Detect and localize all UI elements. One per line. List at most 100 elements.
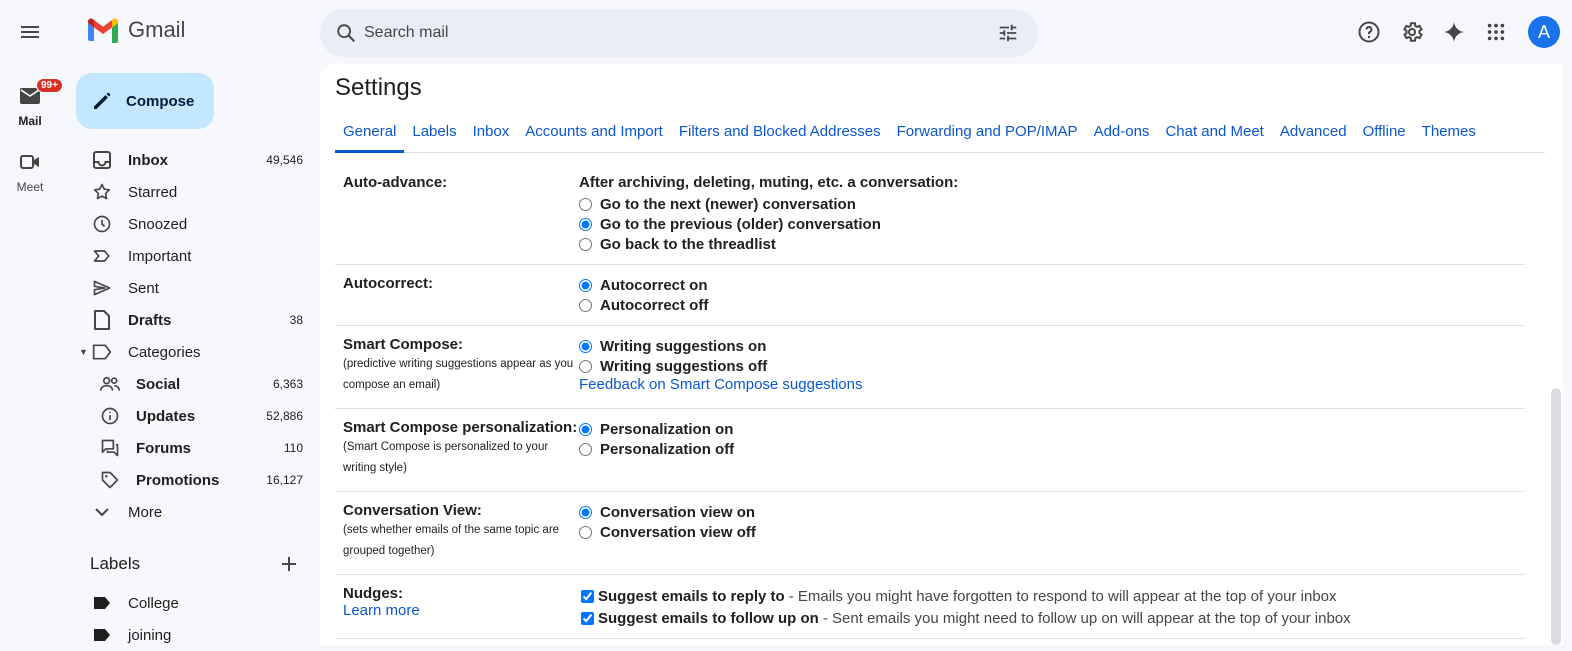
auto-advance-radio-threadlist[interactable] (579, 237, 592, 251)
search-bar[interactable] (320, 9, 1038, 57)
tab-inbox[interactable]: Inbox (465, 114, 518, 153)
option-description: - Emails you might have forgotten to res… (788, 587, 1337, 605)
nav-count: 16,127 (266, 473, 303, 487)
scrollbar-thumb[interactable] (1551, 388, 1561, 645)
apps-grid-icon[interactable] (1476, 12, 1516, 52)
autocorrect-radio-off[interactable] (579, 298, 592, 312)
search-input[interactable] (362, 9, 962, 57)
compose-button[interactable]: Compose (76, 73, 214, 129)
main-menu-icon[interactable] (10, 12, 50, 52)
personalization-radio-on[interactable] (579, 422, 592, 436)
label-item-college[interactable]: College (82, 587, 322, 619)
setting-options: Autocorrect on Autocorrect off (579, 275, 1519, 315)
nav-item-updates[interactable]: Updates 52,886 (90, 400, 322, 432)
auto-advance-radio-previous[interactable] (579, 217, 592, 231)
smart-compose-feedback-link[interactable]: Feedback on Smart Compose suggestions (579, 376, 862, 393)
top-bar: Gmail A (0, 0, 1572, 64)
mail-navigation: Compose Inbox 49,546 Starred Snoozed Imp… (64, 64, 320, 645)
mail-rail-pill[interactable]: 99+ (10, 78, 63, 112)
tab-labels[interactable]: Labels (404, 114, 464, 153)
rail-meet-label: Meet (16, 180, 44, 194)
nav-count: 38 (289, 313, 303, 327)
nav-label: Updates (136, 407, 196, 425)
add-label-icon[interactable] (276, 551, 302, 577)
nav-item-social[interactable]: Social 6,363 (90, 368, 322, 400)
setting-title: Nudges: (343, 585, 403, 602)
tab-filters-and-blocked-addresses[interactable]: Filters and Blocked Addresses (671, 114, 889, 153)
tab-themes[interactable]: Themes (1414, 114, 1484, 153)
nav-item-drafts[interactable]: Drafts 38 (82, 304, 322, 336)
autocorrect-option[interactable]: Autocorrect off (579, 295, 1519, 315)
smart-compose-option[interactable]: Writing suggestions on (579, 336, 1519, 356)
settings-gear-icon[interactable] (1392, 12, 1432, 52)
nav-label: Social (136, 375, 181, 393)
tab-advanced[interactable]: Advanced (1272, 114, 1355, 153)
rail-meet[interactable]: Meet (0, 146, 60, 194)
search-options-icon[interactable] (992, 17, 1024, 49)
video-camera-icon (20, 155, 39, 169)
nav-item-important[interactable]: Important (82, 240, 322, 272)
label-item-joining[interactable]: joining (82, 619, 322, 651)
personalization-radio-off[interactable] (579, 442, 592, 456)
autocorrect-option[interactable]: Autocorrect on (579, 275, 1519, 295)
gmail-logo[interactable]: Gmail (86, 17, 185, 43)
auto-advance-option[interactable]: Go to the previous (older) conversation (579, 214, 1519, 234)
setting-personalization: Smart Compose personalization: (Smart Co… (335, 409, 1525, 492)
nav-item-starred[interactable]: Starred (82, 176, 322, 208)
setting-label: Autocorrect: (343, 275, 434, 292)
nav-label: Snoozed (128, 215, 188, 233)
support-icon[interactable] (1349, 12, 1389, 52)
nav-item-promotions[interactable]: Promotions 16,127 (90, 464, 322, 496)
forum-icon (100, 438, 120, 458)
tab-general[interactable]: General (335, 114, 405, 153)
smart-compose-radio-off[interactable] (579, 359, 592, 373)
nav-item-categories[interactable]: ▼ Categories (79, 336, 322, 368)
auto-advance-radio-next[interactable] (579, 197, 592, 211)
nudge-follow-up-checkbox[interactable] (581, 611, 594, 625)
tab-accounts-and-import[interactable]: Accounts and Import (517, 114, 671, 153)
rail-mail[interactable]: 99+ Mail (0, 78, 63, 128)
setting-options: After archiving, deleting, muting, etc. … (579, 174, 1519, 254)
gemini-icon[interactable] (1434, 12, 1474, 52)
settings-tabs: General Labels Inbox Accounts and Import… (335, 114, 1545, 153)
pencil-icon (90, 89, 114, 113)
personalization-option[interactable]: Personalization on (579, 419, 1519, 439)
tab-chat-and-meet[interactable]: Chat and Meet (1157, 114, 1271, 153)
tag-icon (100, 470, 120, 490)
personalization-option[interactable]: Personalization off (579, 439, 1519, 459)
tab-add-ons[interactable]: Add-ons (1086, 114, 1158, 153)
smart-compose-radio-on[interactable] (579, 339, 592, 353)
gmail-m-icon (88, 18, 118, 43)
autocorrect-radio-on[interactable] (579, 278, 592, 292)
nav-item-more[interactable]: More (82, 496, 322, 528)
conversation-view-option[interactable]: Conversation view on (579, 502, 1519, 522)
nav-item-sent[interactable]: Sent (82, 272, 322, 304)
nudge-reply-option[interactable]: Suggest emails to reply to - Emails you m… (579, 585, 1519, 607)
setting-label: Auto-advance: (343, 174, 448, 191)
page-title: Settings (335, 74, 422, 101)
auto-advance-option[interactable]: Go to the next (newer) conversation (579, 194, 1519, 214)
meet-rail-pill[interactable] (10, 146, 50, 178)
nudges-learn-more-link[interactable]: Learn more (343, 602, 420, 619)
nudge-follow-up-option[interactable]: Suggest emails to follow up on - Sent ema… (579, 607, 1519, 629)
option-label: Suggest emails to reply to (598, 587, 785, 605)
tab-offline[interactable]: Offline (1355, 114, 1414, 153)
nav-item-inbox[interactable]: Inbox 49,546 (82, 144, 322, 176)
nav-label: Starred (128, 183, 178, 201)
tab-forwarding-and-pop-imap[interactable]: Forwarding and POP/IMAP (889, 114, 1086, 153)
caret-down-icon[interactable]: ▼ (79, 347, 88, 357)
conversation-view-radio-off[interactable] (579, 525, 592, 539)
nav-item-forums[interactable]: Forums 110 (90, 432, 322, 464)
search-icon[interactable] (330, 17, 362, 49)
inbox-icon (92, 150, 112, 170)
conversation-view-radio-on[interactable] (579, 505, 592, 519)
smart-compose-option[interactable]: Writing suggestions off (579, 356, 1519, 376)
conversation-view-option[interactable]: Conversation view off (579, 522, 1519, 542)
setting-options: Writing suggestions on Writing suggestio… (579, 336, 1519, 394)
auto-advance-option[interactable]: Go back to the threadlist (579, 234, 1519, 254)
nav-item-snoozed[interactable]: Snoozed (82, 208, 322, 240)
rail-mail-label: Mail (18, 114, 42, 128)
account-avatar[interactable]: A (1528, 16, 1560, 48)
setting-autocorrect: Autocorrect: Autocorrect on Autocorrect … (335, 265, 1525, 326)
nudge-reply-checkbox[interactable] (581, 589, 594, 603)
